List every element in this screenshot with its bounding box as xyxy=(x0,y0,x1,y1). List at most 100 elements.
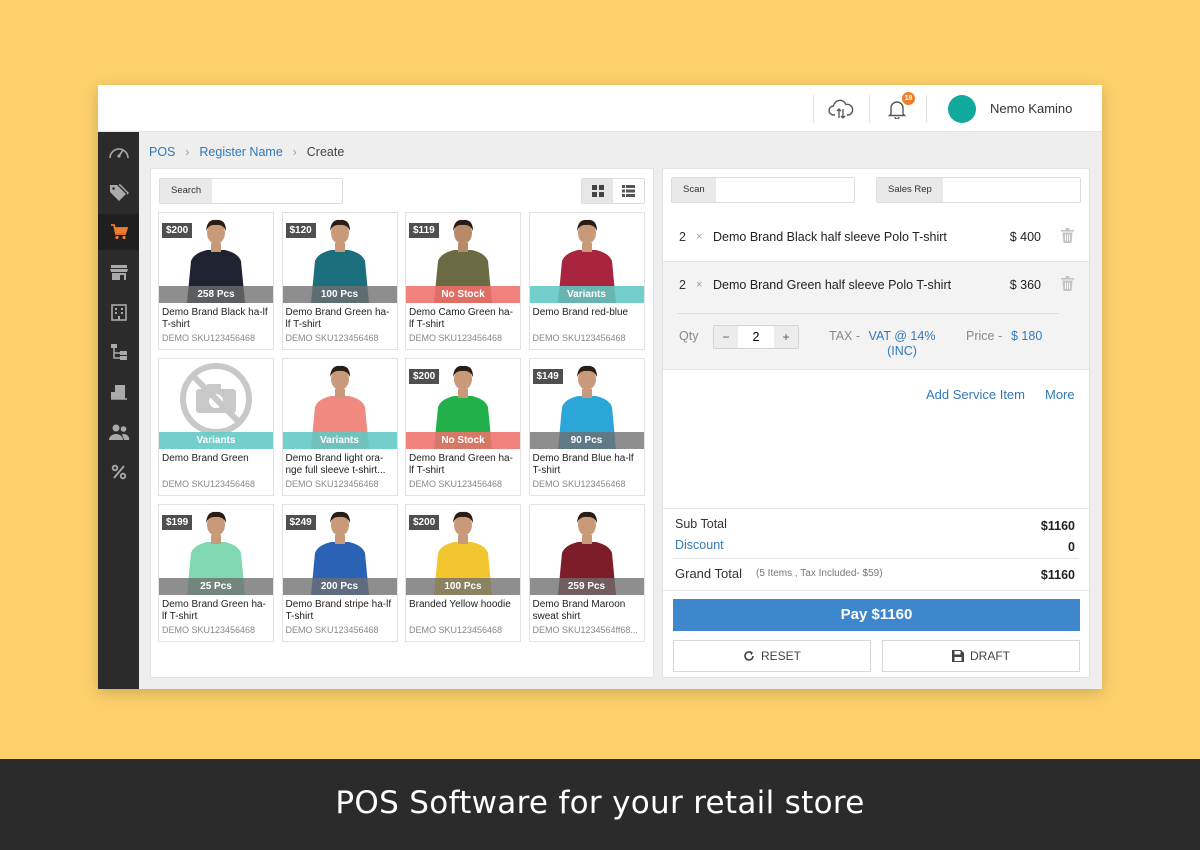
divider xyxy=(663,590,1089,591)
tax-label: TAX - xyxy=(829,329,861,343)
pos-app-window: 18 Nemo Kamino POS › Register Name › Cre… xyxy=(98,85,1102,689)
sidebar-item-discounts[interactable] xyxy=(98,454,139,490)
product-name: Demo Camo Green ha-lf T-shirt xyxy=(409,307,513,330)
product-card[interactable]: $120 100 Pcs Demo Brand Green ha-lf T-shir… xyxy=(281,212,398,350)
draft-button[interactable]: DRAFT xyxy=(882,640,1080,672)
box-icon xyxy=(110,385,127,400)
cart-item-price: $ 400 xyxy=(1009,230,1041,244)
product-sku: DEMO SKU123456468 xyxy=(532,479,626,489)
product-card[interactable]: Variants Demo Brand Green DEMO SKU12345646… xyxy=(158,358,274,496)
sidebar-item-inventory[interactable] xyxy=(98,374,139,410)
product-sku: DEMO SKU123456468 xyxy=(162,625,256,635)
product-name: Branded Yellow hoodie xyxy=(409,599,511,610)
product-card[interactable]: Variants Demo Brand red-blue DEMO SKU12345… xyxy=(528,212,645,350)
discount-value: 0 xyxy=(1068,540,1075,554)
cart-item-row-expanded[interactable]: 2 × Demo Brand Green half sleeve Polo T-… xyxy=(663,262,1089,370)
users-icon xyxy=(108,424,129,440)
cloud-sync-icon[interactable] xyxy=(828,97,854,121)
sales-rep-field: Sales Rep xyxy=(876,177,1081,203)
store-icon xyxy=(109,265,128,280)
times-icon: × xyxy=(696,231,703,243)
sidebar-item-pos[interactable] xyxy=(98,214,139,250)
product-card[interactable]: $200 258 Pcs Demo Brand Black ha-lf T-shir… xyxy=(158,212,274,350)
products-panel: Search $200 258 Pcs Demo Brand Black ha-lf… xyxy=(150,168,654,678)
tax-value-link[interactable]: VAT @ 14% (INC) xyxy=(865,329,939,359)
product-sku: DEMO SKU123456468 xyxy=(162,479,256,489)
search-field: Search xyxy=(159,178,343,204)
tag-icon xyxy=(109,184,129,201)
product-price-tag: $120 xyxy=(285,223,316,238)
stock-status-badge: 100 Pcs xyxy=(406,578,520,595)
sidebar-item-hierarchy[interactable] xyxy=(98,334,139,370)
product-sku: DEMO SKU123456468 xyxy=(285,479,379,489)
cart-item-row[interactable]: 2 × Demo Brand Black half sleeve Polo T-… xyxy=(663,214,1089,262)
qty-label: Qty xyxy=(679,329,699,343)
scan-label: Scan xyxy=(672,178,716,202)
sales-rep-input[interactable] xyxy=(942,178,1080,202)
sidebar xyxy=(98,132,139,689)
sidebar-item-building[interactable] xyxy=(98,294,139,330)
breadcrumb-pos[interactable]: POS xyxy=(149,145,175,159)
topbar-divider xyxy=(869,95,870,123)
cart-panel: Scan Sales Rep 2 × Demo Brand Black half… xyxy=(662,168,1090,678)
sidebar-item-store[interactable] xyxy=(98,254,139,290)
stock-status-badge: Variants xyxy=(159,432,273,449)
product-sku: DEMO SKU123456468 xyxy=(285,625,379,635)
price-value-link[interactable]: $ 180 xyxy=(1011,329,1042,344)
stock-status-badge: 90 Pcs xyxy=(529,432,644,449)
product-name: Demo Brand Green xyxy=(162,453,249,464)
stock-status-badge: No Stock xyxy=(406,432,520,449)
avatar[interactable] xyxy=(948,95,976,123)
grand-total-value: $1160 xyxy=(1040,568,1075,582)
sidebar-item-dashboard[interactable] xyxy=(98,134,139,170)
product-sku: DEMO SKU123456468 xyxy=(409,479,503,489)
search-input[interactable] xyxy=(214,179,342,203)
product-sku: DEMO SKU123456468 xyxy=(409,625,503,635)
sidebar-item-tags[interactable] xyxy=(98,174,139,210)
discount-link[interactable]: Discount xyxy=(675,538,724,552)
reset-label: RESET xyxy=(760,649,801,663)
breadcrumb-register[interactable]: Register Name xyxy=(199,145,282,159)
more-link[interactable]: More xyxy=(1045,387,1075,402)
pay-button[interactable]: Pay $1160 xyxy=(673,599,1080,631)
product-card[interactable]: 259 Pcs Demo Brand Maroon sweat shirt DEMO… xyxy=(528,504,645,642)
product-card[interactable]: $200 100 Pcs Branded Yellow hoodie DEMO SKU… xyxy=(405,504,521,642)
product-name: Demo Brand Green ha-lf T-shirt xyxy=(285,307,390,330)
subtotal-label: Sub Total xyxy=(675,517,727,531)
product-card[interactable]: $149 90 Pcs Demo Brand Blue ha-lf T-shirt D… xyxy=(528,358,645,496)
search-label: Search xyxy=(160,179,213,203)
increment-button[interactable]: + xyxy=(774,326,798,348)
product-sku: DEMO SKU123456468 xyxy=(285,333,379,343)
topbar-divider xyxy=(813,95,814,123)
divider xyxy=(673,558,1079,559)
product-name: Demo Brand Maroon sweat shirt xyxy=(532,599,626,622)
product-price-tag: $199 xyxy=(162,515,193,530)
grid-view-icon[interactable] xyxy=(582,179,613,203)
divider xyxy=(677,313,1059,314)
stock-status-badge: Variants xyxy=(282,432,397,449)
product-sku: DEMO SKU123456468 xyxy=(532,333,626,343)
list-view-icon[interactable] xyxy=(613,179,644,203)
product-card[interactable]: $199 25 Pcs Demo Brand Green ha-lf T-shirt… xyxy=(158,504,274,642)
reset-button[interactable]: RESET xyxy=(673,640,871,672)
building-icon xyxy=(110,304,127,321)
trash-icon[interactable] xyxy=(1061,228,1074,248)
product-card[interactable]: $200 No Stock Demo Brand Green ha-lf T-shi… xyxy=(405,358,521,496)
add-service-item-link[interactable]: Add Service Item xyxy=(926,387,1025,402)
save-icon xyxy=(952,650,964,662)
product-card[interactable]: $119 No Stock Demo Camo Green ha-lf T-shir… xyxy=(405,212,521,350)
bell-icon[interactable]: 18 xyxy=(884,92,915,121)
quantity-input[interactable] xyxy=(738,326,774,348)
refresh-icon xyxy=(744,651,754,661)
stock-status-badge: 100 Pcs xyxy=(282,286,397,303)
sidebar-item-customers[interactable] xyxy=(98,414,139,450)
grand-total-label: Grand Total xyxy=(675,566,742,581)
user-name[interactable]: Nemo Kamino xyxy=(990,101,1072,116)
breadcrumb: POS › Register Name › Create xyxy=(149,145,344,159)
scan-input[interactable] xyxy=(716,178,854,202)
product-card[interactable]: $249 200 Pcs Demo Brand stripe ha-lf T-shi… xyxy=(281,504,398,642)
chevron-right-icon: › xyxy=(292,145,297,159)
product-card[interactable]: Variants Demo Brand light ora-nge full sl… xyxy=(281,358,398,496)
trash-icon[interactable] xyxy=(1061,276,1074,296)
decrement-button[interactable]: − xyxy=(714,326,738,348)
